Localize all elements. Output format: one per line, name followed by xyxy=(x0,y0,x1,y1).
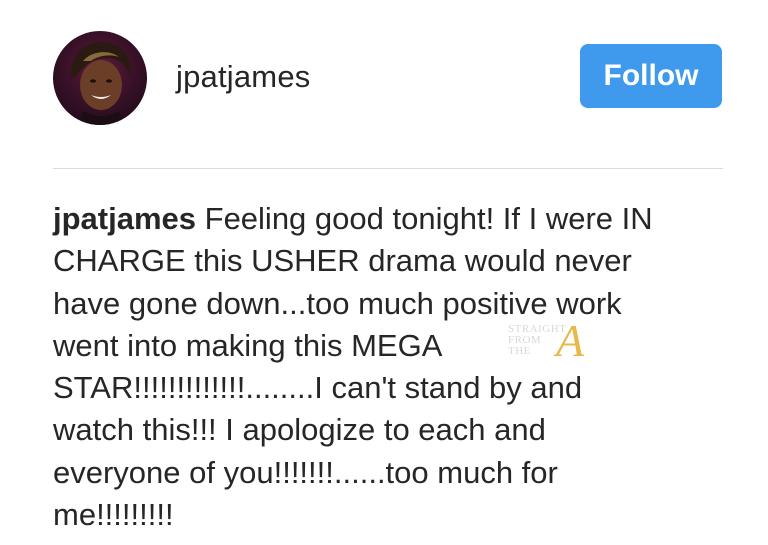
post-header: jpatjames Follow xyxy=(0,0,768,168)
avatar-image xyxy=(70,41,131,125)
caption-line: jpatjames Feeling good tonight! If I wer… xyxy=(53,198,743,240)
caption-line: watch this!!! I apologize to each and xyxy=(53,412,546,448)
avatar[interactable] xyxy=(53,31,147,125)
watermark-logo: STRAIGHT FROM THE A xyxy=(508,318,608,372)
post-username[interactable]: jpatjames xyxy=(176,59,310,95)
watermark-letter: A xyxy=(556,315,585,366)
caption-text: Feeling good tonight! If I were IN xyxy=(196,201,653,236)
divider xyxy=(53,168,723,169)
caption-line: CHARGE this USHER drama would never xyxy=(53,243,632,279)
caption-line: everyone of you!!!!!!!......too much for xyxy=(53,454,558,490)
post-caption: jpatjames Feeling good tonight! If I wer… xyxy=(53,198,743,536)
caption-line: me!!!!!!!!! xyxy=(53,497,174,533)
caption-line: have gone down...too much positive work xyxy=(53,285,622,321)
caption-line: went into making this MEGA xyxy=(53,327,443,363)
caption-line: STAR!!!!!!!!!!!!!........I can't stand b… xyxy=(53,370,583,406)
follow-button[interactable]: Follow xyxy=(580,44,722,108)
caption-username[interactable]: jpatjames xyxy=(53,201,196,236)
